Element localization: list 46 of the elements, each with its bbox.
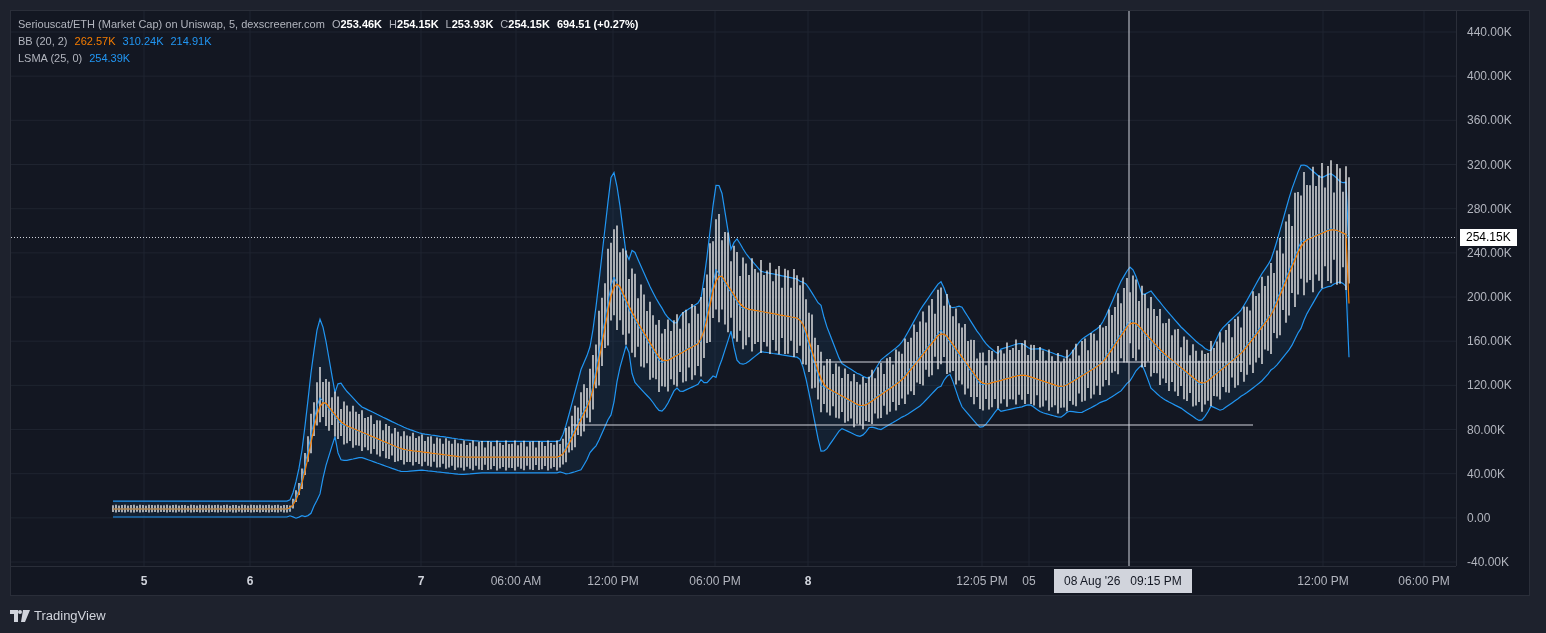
indicator-name[interactable]: BB (20, 2) [18,34,68,48]
resistance-line[interactable] [812,361,1244,363]
ohlc-label: L [445,17,452,31]
brand-name[interactable]: TradingView [34,606,106,626]
indicator-value: 262.57K [74,34,116,48]
price-axis-label: 120.00K [1467,378,1512,393]
tradingview-logo-icon[interactable] [10,609,30,622]
price-axis-label: 80.00K [1467,422,1506,437]
time-axis-label: 12:00 PM [587,574,639,588]
time-axis-label: 12:00 PM [1297,574,1349,588]
price-change: 694.51 (+0.27%) [556,17,639,31]
indicator-name[interactable]: LSMA (25, 0) [18,51,83,65]
price-axis-label: 320.00K [1467,157,1512,172]
time-axis-label: 06:00 AM [490,574,542,588]
indicator-value: 254.39K [89,51,131,65]
price-axis-label: -40.00K [1467,555,1510,570]
ohlc-value: 253.46K [340,17,383,31]
indicator-value: 214.91K [170,34,212,48]
time-axis-label: 05 [1022,574,1036,588]
time-axis-label: 12:05 PM [956,574,1008,588]
support-line[interactable] [570,424,1254,426]
ohlc-label: O [331,17,341,31]
price-axis-label: 400.00K [1467,69,1512,84]
price-axis-label: 40.00K [1467,466,1506,481]
price-axis-label: 200.00K [1467,290,1512,304]
time-axis-label: 6 [246,574,254,588]
time-axis-label: 8 [804,574,812,588]
chart-title: Seriouscat/ETH (Market Cap) on Uniswap, 5, dexscreener.com [18,17,325,31]
time-axis-label: 7 [417,574,425,588]
time-axis-label: 5 [140,574,148,588]
ohlc-value: 254.15K [397,17,439,31]
ohlc-label: C [500,17,509,31]
ohlc-label: H [389,17,397,31]
price-axis-label: 0.00 [1467,510,1491,525]
price-axis-label: 440.00K [1467,25,1512,39]
time-axis-label: 06:00 PM [689,574,741,588]
price-axis-label: 280.00K [1467,201,1512,216]
ohlc-value: 253.93K [451,17,494,31]
indicator-value: 310.24K [122,34,164,48]
price-axis-label: 240.00K [1467,245,1512,260]
ohlc-value: 254.15K [508,17,550,31]
price-axis-label: 360.00K [1467,113,1512,128]
last-price-label: 254.15K [1460,229,1517,246]
crosshair-time-label: 08 Aug '26 09:15 PM [1054,569,1192,593]
price-axis-label: 160.00K [1467,334,1512,349]
time-axis-label: 06:00 PM [1398,574,1450,588]
